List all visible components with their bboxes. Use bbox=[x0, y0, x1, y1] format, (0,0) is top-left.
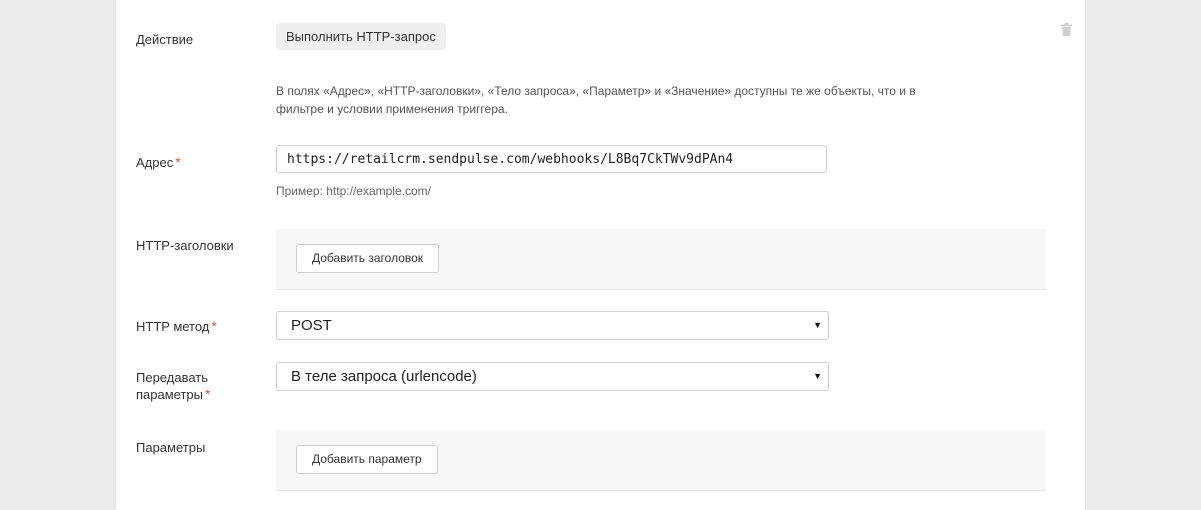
address-label: Адрес * bbox=[136, 154, 181, 171]
required-mark: * bbox=[175, 154, 181, 170]
params-block: Добавить параметр bbox=[276, 430, 1046, 491]
params-mode-label-line1: Передавать bbox=[136, 370, 208, 385]
fields-hint: В полях «Адрес», «HTTP-заголовки», «Тело… bbox=[276, 84, 916, 116]
method-selected-value: POST bbox=[291, 317, 332, 334]
method-label: HTTP метод * bbox=[136, 318, 217, 335]
trash-icon[interactable] bbox=[1061, 23, 1072, 36]
add-header-button[interactable]: Добавить заголовок bbox=[296, 244, 440, 273]
headers-block: Добавить заголовок bbox=[276, 229, 1046, 290]
params-mode-label-line2: параметры bbox=[136, 387, 203, 402]
headers-label: HTTP-заголовки bbox=[136, 237, 234, 254]
method-label-text: HTTP метод bbox=[136, 319, 210, 334]
params-label-text: Параметры bbox=[136, 440, 206, 455]
address-label-text: Адрес bbox=[136, 155, 174, 170]
required-mark: * bbox=[211, 318, 217, 334]
add-param-button[interactable]: Добавить параметр bbox=[296, 445, 438, 474]
params-mode-select[interactable]: В теле запроса (urlencode) ▼ bbox=[276, 362, 829, 391]
address-input[interactable] bbox=[276, 145, 827, 173]
params-label: Параметры bbox=[136, 439, 205, 456]
params-mode-label: Передавать параметры * bbox=[136, 369, 210, 403]
method-select[interactable]: POST ▼ bbox=[276, 311, 829, 340]
action-type-badge: Выполнить HTTP-запрос bbox=[276, 23, 446, 50]
address-example: Пример: http://example.com/ bbox=[276, 184, 431, 198]
trigger-action-panel: Действие Выполнить HTTP-запрос В полях «… bbox=[116, 0, 1085, 510]
params-mode-selected-value: В теле запроса (urlencode) bbox=[291, 368, 477, 385]
action-label: Действие bbox=[136, 31, 193, 48]
caret-down-icon: ▼ bbox=[813, 371, 822, 381]
headers-label-text: HTTP-заголовки bbox=[136, 238, 234, 253]
caret-down-icon: ▼ bbox=[813, 320, 822, 330]
required-mark: * bbox=[205, 386, 211, 402]
action-label-text: Действие bbox=[136, 32, 194, 47]
